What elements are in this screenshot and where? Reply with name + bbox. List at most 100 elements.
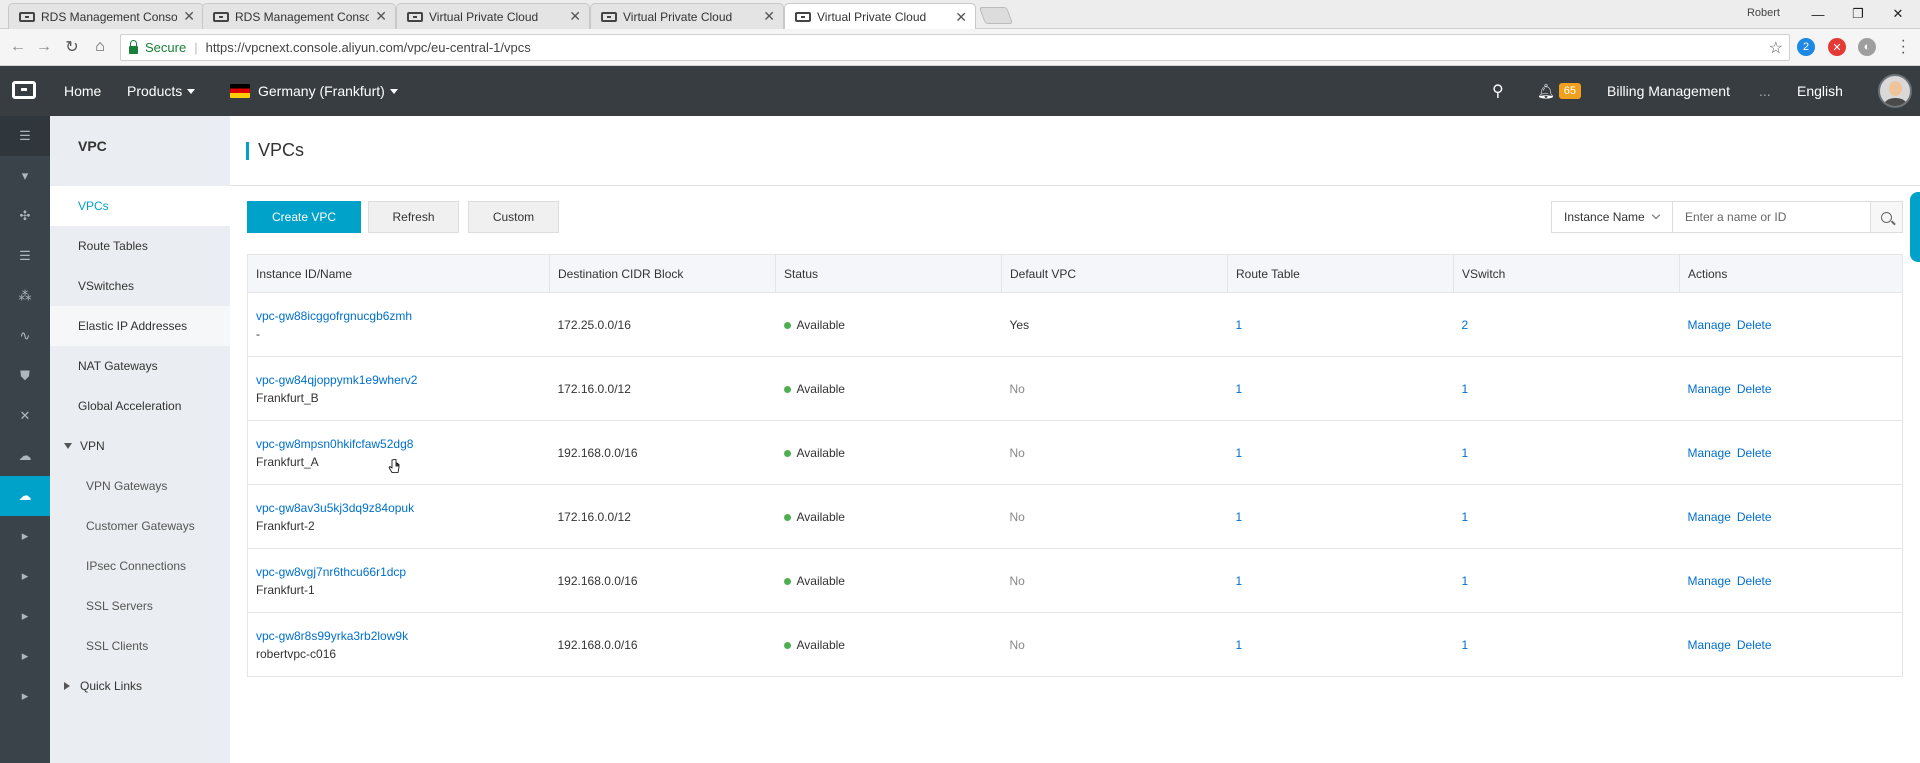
create-vpc-button[interactable]: Create VPC (247, 201, 361, 233)
manage-link[interactable]: Manage (1688, 638, 1731, 652)
manage-link[interactable]: Manage (1688, 318, 1731, 332)
manage-link[interactable]: Manage (1688, 510, 1731, 524)
search-button[interactable] (1871, 201, 1903, 233)
route-table-count-link[interactable]: 1 (1236, 638, 1243, 652)
sidebar-item-ssl-servers[interactable]: SSL Servers (50, 586, 230, 626)
vswitch-count-link[interactable]: 2 (1462, 318, 1469, 332)
network-icon[interactable]: ⁂ (0, 276, 50, 316)
vswitch-count-link[interactable]: 1 (1462, 446, 1469, 460)
vswitch-count-link[interactable]: 1 (1462, 510, 1469, 524)
vswitch-count-link[interactable]: 1 (1462, 574, 1469, 588)
sidebar-item-nat-gateways[interactable]: NAT Gateways (50, 346, 230, 386)
database-icon[interactable]: ☰ (0, 236, 50, 276)
delete-link[interactable]: Delete (1737, 574, 1772, 588)
chevron-right-icon[interactable]: ▸ (0, 636, 50, 676)
collapse-down-icon[interactable]: ▾ (0, 156, 50, 196)
sidebar-item-route-tables[interactable]: Route Tables (50, 226, 230, 266)
sidebar-group-vpn[interactable]: VPN (50, 426, 230, 466)
sidebar-item-vswitches[interactable]: VSwitches (50, 266, 230, 306)
cloud-upload-icon[interactable]: ☁ (0, 436, 50, 476)
avatar[interactable] (1878, 74, 1912, 108)
browser-tab[interactable]: RDS Management Conso ✕ (202, 3, 396, 29)
refresh-button[interactable]: Refresh (368, 201, 459, 233)
chevron-right-icon[interactable]: ▸ (0, 596, 50, 636)
instance-id-link[interactable]: vpc-gw8vgj7nr6thcu66r1dcp (256, 565, 550, 579)
delete-link[interactable]: Delete (1737, 382, 1772, 396)
notifications-button[interactable]: 🔔︎ 65 (1537, 66, 1582, 116)
instance-id-link[interactable]: vpc-gw84qjoppymk1e9wherv2 (256, 373, 550, 387)
route-table-count-link[interactable]: 1 (1236, 510, 1243, 524)
chevron-right-icon[interactable]: ▸ (0, 556, 50, 596)
forward-icon[interactable]: → (34, 37, 54, 57)
sidebar-item-vpn-gateways[interactable]: VPN Gateways (50, 466, 230, 506)
custom-button[interactable]: Custom (468, 201, 559, 233)
close-icon[interactable]: ✕ (375, 8, 387, 25)
sidebar-item-customer-gateways[interactable]: Customer Gateways (50, 506, 230, 546)
extension-gray-icon[interactable]: ◐ (1858, 38, 1876, 56)
sidebar-item-global-acceleration[interactable]: Global Acceleration (50, 386, 230, 426)
delete-link[interactable]: Delete (1737, 638, 1772, 652)
extension-block-icon[interactable]: ✕ (1828, 38, 1846, 56)
delete-link[interactable]: Delete (1737, 318, 1772, 332)
browser-tab[interactable]: Virtual Private Cloud ✕ (396, 3, 590, 29)
delete-link[interactable]: Delete (1737, 510, 1772, 524)
instance-id-link[interactable]: vpc-gw8av3u5kj3dq9z84opuk (256, 501, 550, 515)
nav-products[interactable]: Products (127, 66, 196, 116)
cluster-icon[interactable]: ✣ (0, 196, 50, 236)
close-window-icon[interactable]: ✕ (1878, 2, 1918, 26)
vswitch-count-link[interactable]: 1 (1462, 638, 1469, 652)
minimize-icon[interactable]: — (1798, 2, 1838, 26)
close-icon[interactable]: ✕ (183, 8, 195, 25)
instance-id-link[interactable]: vpc-gw8mpsn0hkifcfaw52dg8 (256, 437, 550, 451)
address-bar[interactable]: Secure | https://vpcnext.console.aliyun.… (120, 34, 1790, 61)
route-table-count-link[interactable]: 1 (1236, 446, 1243, 460)
browser-menu-icon[interactable]: · · · (1901, 33, 1906, 61)
search-icon[interactable]: ⚲ (1492, 66, 1504, 116)
route-table-count-link[interactable]: 1 (1236, 382, 1243, 396)
search-input[interactable] (1673, 201, 1871, 233)
browser-profile-name[interactable]: Robert (1747, 7, 1780, 19)
sidebar-item-elastic-ip-addresses[interactable]: Elastic IP Addresses (50, 306, 230, 346)
aliyun-logo-icon[interactable] (12, 81, 36, 99)
vswitch-count-link[interactable]: 1 (1462, 382, 1469, 396)
sidebar-group-quick-links[interactable]: Quick Links (50, 666, 230, 706)
side-panel-toggle[interactable] (1910, 192, 1920, 262)
instance-filter-select[interactable]: Instance Name (1551, 201, 1673, 233)
hamburger-menu-icon[interactable]: ☰ (0, 116, 50, 156)
home-icon[interactable]: ⌂ (90, 37, 110, 57)
sidebar-item-vpcs[interactable]: VPCs (50, 186, 230, 226)
manage-link[interactable]: Manage (1688, 446, 1731, 460)
reload-icon[interactable]: ↻ (62, 37, 82, 57)
browser-tab-active[interactable]: Virtual Private Cloud ✕ (784, 3, 976, 30)
nav-language[interactable]: English (1797, 66, 1843, 116)
delete-link[interactable]: Delete (1737, 446, 1772, 460)
sidebar-item-ssl-clients[interactable]: SSL Clients (50, 626, 230, 666)
nav-more[interactable]: ... (1759, 66, 1771, 116)
manage-link[interactable]: Manage (1688, 574, 1731, 588)
chevron-right-icon[interactable]: ▸ (0, 516, 50, 556)
close-icon[interactable]: ✕ (569, 8, 581, 25)
instance-id-link[interactable]: vpc-gw8r8s99yrka3rb2low9k (256, 629, 550, 643)
new-tab-button[interactable] (978, 7, 1014, 24)
nav-home[interactable]: Home (64, 66, 101, 116)
chevron-right-icon[interactable]: ▸ (0, 676, 50, 716)
bookmark-star-icon[interactable]: ☆ (1769, 38, 1783, 58)
extension-icon[interactable]: 2 (1797, 38, 1815, 56)
manage-link[interactable]: Manage (1688, 382, 1731, 396)
restore-icon[interactable]: ❐ (1838, 2, 1878, 26)
back-icon[interactable]: ← (8, 37, 28, 57)
sidebar-item-ipsec-connections[interactable]: IPsec Connections (50, 546, 230, 586)
route-table-count-link[interactable]: 1 (1236, 318, 1243, 332)
tools-icon[interactable]: ✕ (0, 396, 50, 436)
cloud-icon[interactable]: ☁ (0, 476, 50, 516)
shield-icon[interactable]: ⛊ (0, 356, 50, 396)
close-icon[interactable]: ✕ (763, 8, 775, 25)
instance-id-link[interactable]: vpc-gw88icggofrgnucgb6zmh (256, 309, 550, 323)
route-table-count-link[interactable]: 1 (1236, 574, 1243, 588)
analytics-icon[interactable]: ∿ (0, 316, 50, 356)
close-icon[interactable]: ✕ (955, 9, 967, 26)
region-selector[interactable]: Germany (Frankfurt) (230, 66, 398, 116)
browser-tab[interactable]: Virtual Private Cloud ✕ (590, 3, 784, 29)
browser-tab[interactable]: RDS Management Conso ✕ (8, 3, 204, 29)
nav-billing-management[interactable]: Billing Management (1607, 66, 1730, 116)
